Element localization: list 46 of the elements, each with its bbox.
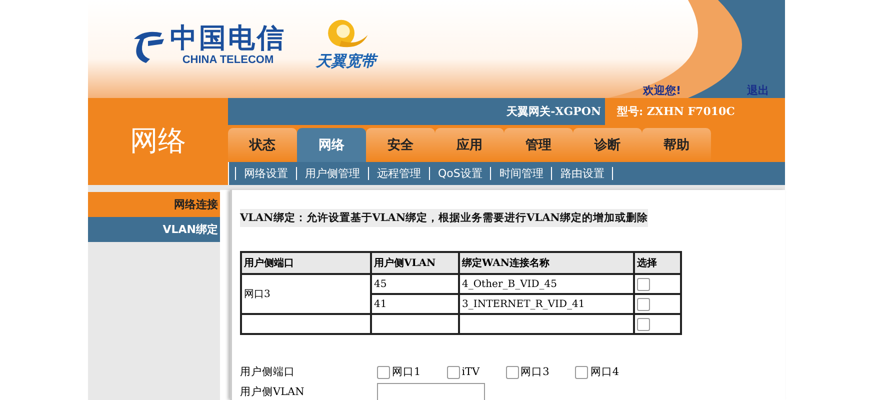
nav-tab[interactable]: 管理: [504, 128, 573, 162]
column-header: 选择: [634, 252, 681, 274]
subnav-link[interactable]: 用户侧管理: [296, 167, 369, 180]
port-option-label: 网口3: [520, 365, 550, 379]
port-option-label: iTV: [462, 366, 480, 378]
nav-tab[interactable]: 帮助: [642, 128, 711, 162]
row-checkbox[interactable]: [637, 298, 650, 310]
column-header: 用户侧VLAN: [371, 252, 459, 274]
table-cell: 网口3: [241, 274, 371, 314]
port-checkbox[interactable]: [506, 366, 519, 378]
port-checkbox[interactable]: [377, 366, 390, 378]
nav-tab[interactable]: 应用: [435, 128, 504, 162]
nav-tab[interactable]: 安全: [366, 128, 435, 162]
section-title: 网络: [88, 98, 228, 185]
column-header: 绑定WAN连接名称: [459, 252, 634, 274]
table-cell: 41: [371, 294, 459, 314]
port-label: 用户侧端口: [240, 365, 296, 379]
brand-name: 中国电信: [170, 24, 286, 54]
model-label: 型号: ZXHN F7010C: [605, 98, 785, 125]
table-cell: 45: [371, 274, 459, 294]
table-cell: 3_INTERNET_R_VID_41: [459, 294, 634, 314]
table-cell: 4_Other_B_VID_45: [459, 274, 634, 294]
subnav-link[interactable]: 路由设置: [551, 167, 614, 180]
port-checkbox[interactable]: [575, 366, 588, 378]
subnav-link[interactable]: 远程管理: [368, 167, 430, 180]
vlan-label: 用户侧VLAN: [240, 385, 306, 399]
subnav-link[interactable]: QoS设置: [429, 167, 492, 180]
product-name: 天翼宽带: [316, 52, 376, 71]
description-text: VLAN绑定：允许设置基于VLAN绑定，根据业务需要进行VLAN绑定的增加或删除: [240, 209, 648, 227]
brand-name-english: CHINA TELECOM: [182, 54, 274, 66]
nav-tab[interactable]: 诊断: [573, 128, 642, 162]
welcome-text: 欢迎您!: [642, 83, 681, 98]
row-checkbox[interactable]: [637, 278, 650, 290]
nav-tab[interactable]: 状态: [228, 128, 297, 162]
port-checkbox[interactable]: [446, 366, 460, 378]
nav-tab[interactable]: 网络: [297, 128, 366, 162]
subnav-link[interactable]: 网络设置: [235, 167, 297, 180]
gateway-name: 天翼网关-XGPON: [506, 104, 602, 120]
sidebar-item[interactable]: VLAN绑定: [88, 217, 220, 242]
column-header: 用户侧端口: [241, 252, 371, 274]
vlan-input-field[interactable]: [377, 383, 485, 400]
port-option-label: 网口4: [590, 365, 620, 379]
port-option-label: 网口1: [392, 365, 421, 379]
sidebar-item[interactable]: 网络连接: [88, 192, 220, 217]
row-checkbox[interactable]: [637, 318, 650, 330]
subnav-link[interactable]: 时间管理: [490, 167, 552, 180]
